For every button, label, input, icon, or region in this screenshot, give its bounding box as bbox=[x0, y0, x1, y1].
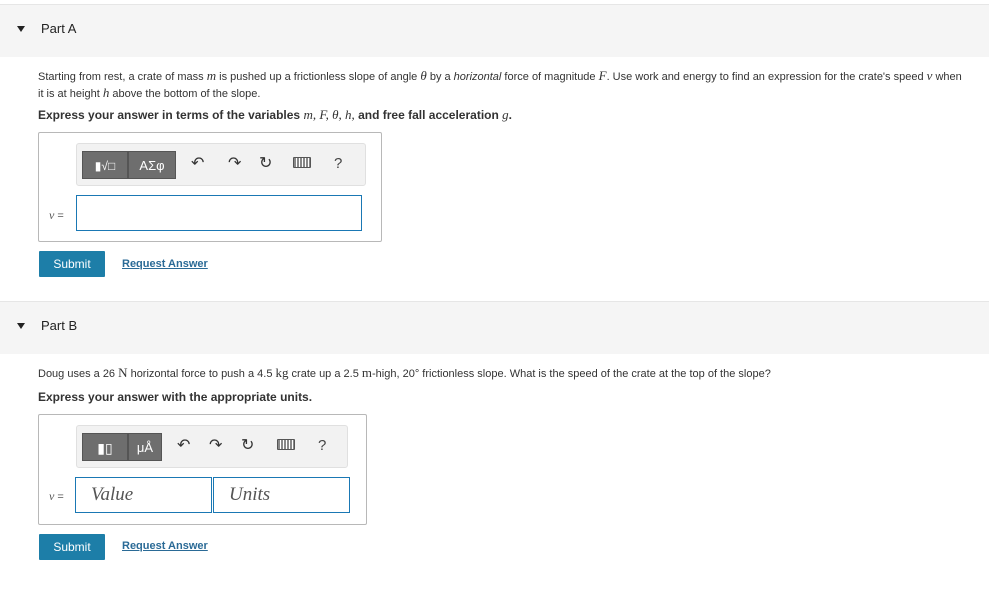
part-b-instruction: Express your answer with the appropriate… bbox=[38, 390, 313, 404]
help-icon[interactable]: ? bbox=[334, 155, 342, 172]
templates-button[interactable]: ▮√□ bbox=[82, 151, 128, 179]
answer-variable-label: v = bbox=[49, 489, 64, 503]
part-b-submit-button[interactable]: Submit bbox=[39, 534, 105, 560]
undo-icon[interactable]: ↶ bbox=[177, 437, 190, 455]
part-a-problem: Starting from rest, a crate of mass m is… bbox=[38, 68, 962, 100]
undo-icon[interactable]: ↶ bbox=[191, 155, 204, 173]
templates-button[interactable]: ▮▯ bbox=[82, 433, 128, 461]
part-a-request-answer-link[interactable]: Request Answer bbox=[122, 258, 208, 270]
part-b-header[interactable]: Part B bbox=[0, 301, 989, 354]
greek-symbols-button[interactable]: ΑΣφ bbox=[128, 151, 176, 179]
part-a-header[interactable]: Part A bbox=[0, 4, 989, 57]
help-icon[interactable]: ? bbox=[318, 437, 326, 454]
collapse-caret-icon[interactable] bbox=[17, 26, 25, 32]
collapse-caret-icon[interactable] bbox=[17, 323, 25, 329]
part-a-title: Part A bbox=[41, 21, 77, 36]
redo-icon[interactable]: ↷ bbox=[228, 155, 241, 173]
keyboard-icon[interactable] bbox=[293, 157, 311, 168]
value-input[interactable]: Value bbox=[75, 477, 212, 513]
part-a-submit-button[interactable]: Submit bbox=[39, 251, 105, 277]
part-a-answer-box: ▮√□ ΑΣφ ↶ ↷ ↻ ? v = bbox=[38, 132, 382, 242]
part-a-instruction: Express your answer in terms of the vari… bbox=[38, 107, 512, 122]
part-b-request-answer-link[interactable]: Request Answer bbox=[122, 540, 208, 552]
reset-icon[interactable]: ↻ bbox=[259, 155, 272, 173]
units-input[interactable]: Units bbox=[213, 477, 350, 513]
answer-variable-label: v = bbox=[49, 208, 64, 222]
redo-icon[interactable]: ↷ bbox=[209, 437, 222, 455]
part-b-answer-box: ▮▯ μÅ ↶ ↷ ↻ ? v = Value Units bbox=[38, 414, 367, 525]
units-button[interactable]: μÅ bbox=[128, 433, 162, 461]
answer-input[interactable] bbox=[76, 195, 362, 231]
part-b-title: Part B bbox=[41, 318, 78, 333]
part-b-problem: Doug uses a 26 N horizontal force to pus… bbox=[38, 365, 771, 380]
reset-icon[interactable]: ↻ bbox=[241, 437, 254, 455]
units-toolbar: ▮▯ μÅ ↶ ↷ ↻ ? bbox=[76, 425, 348, 468]
keyboard-icon[interactable] bbox=[277, 439, 295, 450]
math-toolbar: ▮√□ ΑΣφ ↶ ↷ ↻ ? bbox=[76, 143, 366, 186]
